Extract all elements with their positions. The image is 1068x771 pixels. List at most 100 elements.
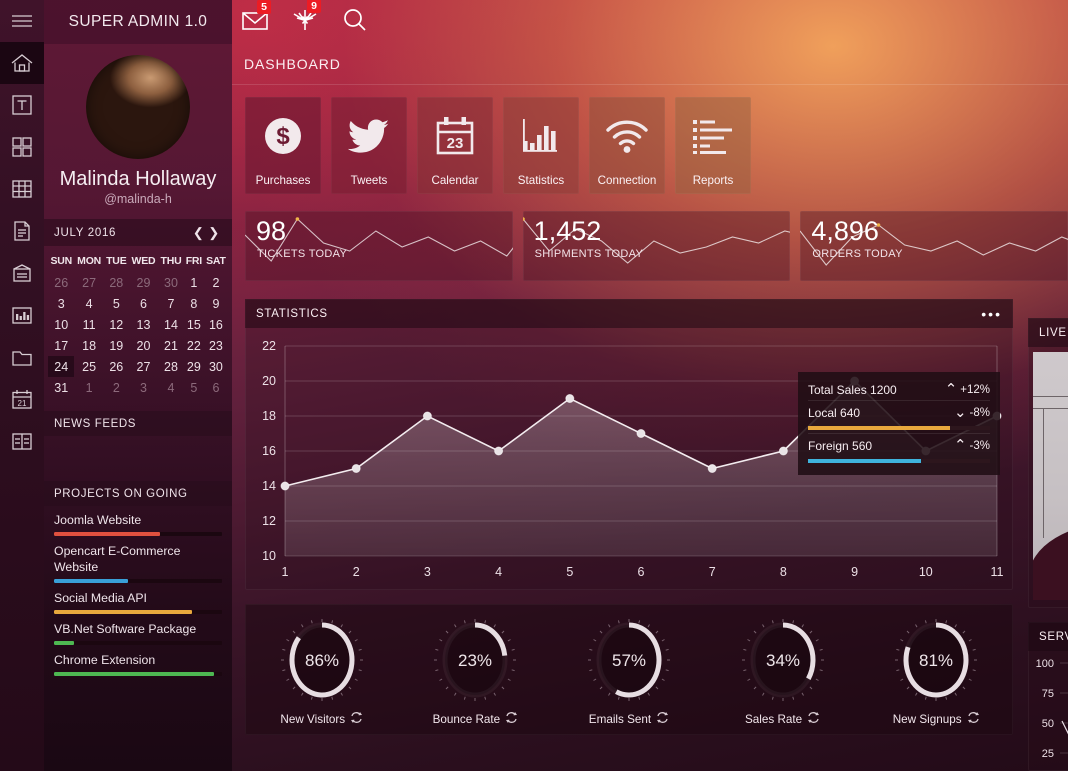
calendar-day[interactable]: 3 [129,377,158,398]
calendar-day[interactable]: 1 [184,272,204,293]
calendar-day[interactable]: 15 [184,314,204,335]
calendar-day[interactable]: 10 [48,314,74,335]
refresh-icon[interactable] [967,711,980,727]
sidebar-item-calendar[interactable]: 21 [0,378,44,420]
project-item[interactable]: Chrome Extension [54,650,222,676]
calendar-day[interactable]: 8 [184,293,204,314]
chart-area [285,381,997,556]
refresh-icon[interactable] [807,711,820,727]
calendar-day-selected[interactable]: 24 [48,356,75,377]
sidebar-item-widgets[interactable] [0,126,44,168]
calendar-day[interactable]: 9 [204,293,228,314]
calendar-day[interactable]: 13 [129,314,158,335]
calendar-day[interactable]: 19 [104,335,129,356]
chevron-right-icon[interactable]: ❯ [206,225,222,241]
calendar-day[interactable]: 17 [48,335,74,356]
project-item[interactable]: VB.Net Software Package [54,619,222,645]
chart-point [992,411,1002,421]
project-item[interactable]: Social Media API [54,588,222,614]
calendar-day[interactable]: 26 [48,272,74,293]
calendar-day[interactable]: 18 [74,335,103,356]
calendar-day[interactable]: 21 [158,335,184,356]
calendar-day[interactable]: 2 [104,377,129,398]
project-item[interactable]: Joomla Website [54,510,222,536]
sidebar-item-files[interactable] [0,336,44,378]
calendar-day[interactable]: 27 [129,356,158,377]
refresh-icon[interactable] [350,711,363,727]
calendar-day[interactable]: 5 [104,293,129,314]
sidebar-item-pages[interactable] [0,252,44,294]
sidebar-item-typography[interactable] [0,84,44,126]
gauge-sales-rate[interactable]: 34% Sales Rate [735,612,831,727]
calendar-day[interactable]: 5 [184,377,204,398]
sidebar-item-tables[interactable] [0,168,44,210]
calendar-day[interactable]: 28 [158,356,184,377]
calendar-day[interactable]: 6 [129,293,158,314]
calendar-day[interactable]: 7 [158,293,184,314]
stat-card[interactable]: 98 TICKETS TODAY [245,211,513,281]
gauge-bounce-rate[interactable]: 23% Bounce Rate [427,612,523,727]
calendar-body: 26 27 28 29 30 1 2 3 4 5 6 7 8 9 10 11 12 13 14 15 16 17 18 19 2… [48,272,228,398]
calendar-day[interactable]: 30 [158,272,184,293]
messages-button[interactable]: 5 [242,0,272,36]
calendar-day[interactable]: 3 [48,293,74,314]
calendar-day[interactable]: 22 [184,335,204,356]
tile-statistics[interactable]: Statistics [503,97,579,194]
layout-icon [12,433,32,450]
gauge-label-row: New Signups [893,711,980,727]
search-button[interactable] [342,8,368,37]
sidebar-item-layouts[interactable] [0,420,44,462]
tile-label: Purchases [255,174,311,187]
calendar-day[interactable]: 11 [74,314,103,335]
more-dots-icon[interactable]: ••• [981,307,1002,321]
collapse-button[interactable]: 9 [292,0,322,37]
gauge-value: 34% [766,651,800,670]
sidebar: SUPER ADMIN 1.0 Malinda Hollaway @malind… [44,0,232,771]
calendar-day[interactable]: 12 [104,314,129,335]
refresh-icon[interactable] [505,711,518,727]
project-progress-fill [54,579,128,583]
chart-point [351,464,361,473]
calendar-day[interactable]: 23 [204,335,228,356]
project-item[interactable]: Opencart E-Commerce Website [54,541,222,583]
calendar-day[interactable]: 29 [184,356,204,377]
chevron-left-icon[interactable]: ❮ [191,225,207,241]
calendar-day[interactable]: 25 [74,356,103,377]
project-progress-track [54,579,222,583]
user-handle: @malinda-h [104,192,172,206]
calendar-day[interactable]: 14 [158,314,184,335]
stat-card[interactable]: 4,896 ORDERS TODAY [800,211,1068,281]
sidebar-item-charts[interactable] [0,294,44,336]
calendar-day[interactable]: 16 [204,314,228,335]
calendar-day[interactable]: 2 [204,272,228,293]
sidebar-item-forms[interactable] [0,210,44,252]
calendar-day[interactable]: 28 [104,272,129,293]
live-view-panel: LIVE VIEW [1028,318,1068,608]
avatar[interactable] [86,55,190,159]
statistics-chart[interactable]: 10 12 14 16 18 20 22 1 2 3 4 5 6 7 8 9 10 11 Total Sales … [245,328,1013,590]
stat-card[interactable]: 1,452 SHIPMENTS TODAY [522,211,791,281]
calendar-day[interactable]: 20 [129,335,158,356]
calendar-week-row: 17 18 19 20 21 22 23 [48,335,228,356]
gauge-emails-sent[interactable]: 57% Emails Sent [581,612,677,727]
calendar-day[interactable]: 30 [204,356,228,377]
sidebar-item-home[interactable] [0,42,44,84]
refresh-icon[interactable] [656,711,669,727]
calendar-day[interactable]: 1 [74,377,103,398]
calendar-day[interactable]: 31 [48,377,74,398]
hamburger-menu-button[interactable] [0,0,44,42]
calendar-day[interactable]: 26 [104,356,129,377]
tile-calendar[interactable]: 23 Calendar [417,97,493,194]
calendar-day[interactable]: 4 [74,293,103,314]
gauge-new-visitors[interactable]: 86% New Visitors [274,612,370,727]
calendar-day[interactable]: 27 [74,272,103,293]
gauge-new-signups[interactable]: 81% New Signups [888,612,984,727]
tile-tweets[interactable]: Tweets [331,97,407,194]
calendar-day[interactable]: 6 [204,377,228,398]
calendar-day[interactable]: 4 [158,377,184,398]
tile-purchases[interactable]: $ Purchases [245,97,321,194]
calendar-day[interactable]: 29 [129,272,158,293]
server-load-chart: 100 75 50 25 [1036,658,1068,760]
tile-connection[interactable]: Connection [589,97,665,194]
tile-reports[interactable]: Reports [675,97,751,194]
